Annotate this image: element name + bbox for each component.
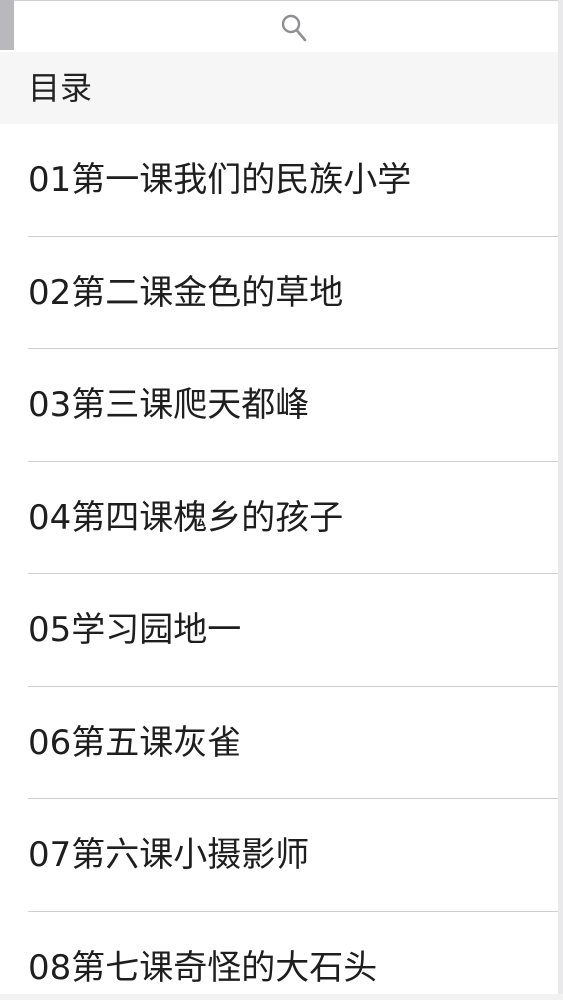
app-screen: 目录 01第一课我们的民族小学 02第二课金色的草地 03第三课爬天都峰 04第…: [0, 0, 563, 1000]
list-item[interactable]: 04第四课槐乡的孩子: [0, 462, 558, 574]
list-item[interactable]: 07第六课小摄影师: [0, 799, 558, 912]
left-edge-bar: [0, 0, 14, 50]
list-item[interactable]: 01第一课我们的民族小学: [0, 124, 558, 237]
list-item[interactable]: 02第二课金色的草地: [0, 237, 558, 349]
search-bar[interactable]: [14, 0, 558, 50]
list-item[interactable]: 08第七课奇怪的大石头: [0, 912, 558, 1000]
list-item-label: 06第五课灰雀: [28, 722, 242, 763]
list-item[interactable]: 05学习园地一: [0, 574, 558, 687]
list-item[interactable]: 06第五课灰雀: [0, 687, 558, 799]
search-icon[interactable]: [280, 13, 308, 43]
list-item-label: 03第三课爬天都峰: [28, 385, 310, 425]
list-item-label: 04第四课槐乡的孩子: [28, 497, 344, 538]
section-header: 目录: [0, 52, 558, 124]
scroll-edge: [558, 0, 563, 1000]
list-item-label: 02第二课金色的草地: [28, 272, 344, 313]
list-item-label: 05学习园地一: [28, 610, 242, 650]
section-title: 目录: [28, 69, 93, 107]
list-item[interactable]: 03第三课爬天都峰: [0, 349, 558, 462]
toc-list: 01第一课我们的民族小学 02第二课金色的草地 03第三课爬天都峰 04第四课槐…: [0, 124, 558, 1000]
list-item-label: 08第七课奇怪的大石头: [28, 947, 378, 988]
list-item-label: 01第一课我们的民族小学: [28, 160, 412, 200]
list-item-label: 07第六课小摄影师: [28, 835, 310, 875]
bottom-edge: [0, 994, 563, 1000]
